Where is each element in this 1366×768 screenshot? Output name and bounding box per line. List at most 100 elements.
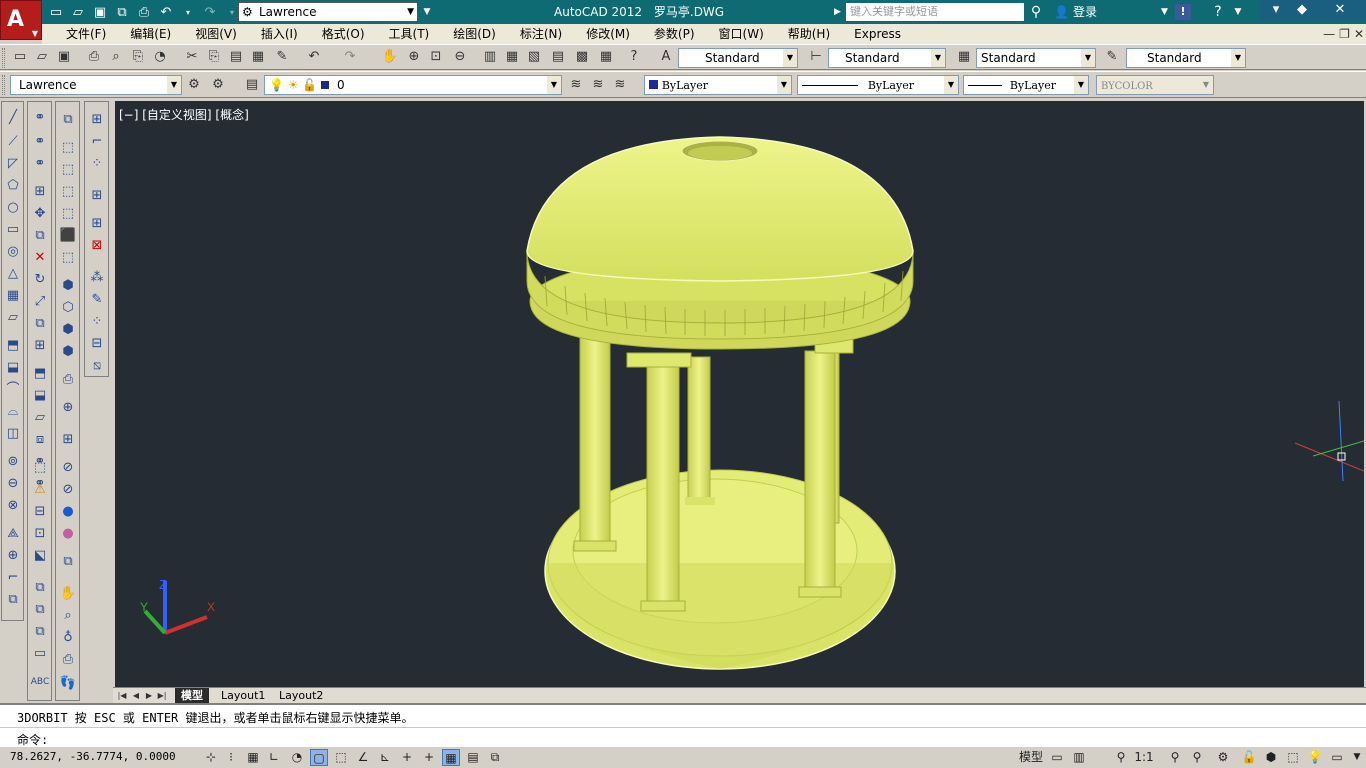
clean-screen-icon[interactable]: ▭ [1328,749,1346,766]
snap-icon[interactable]: ⧅ [87,356,107,376]
last-tab-icon[interactable]: ▶| [156,689,168,702]
tool-palettes-icon[interactable]: ▧ [524,47,544,67]
orbit-icon[interactable]: ♁ [58,628,78,648]
no-icon[interactable]: ⊘ [58,480,78,500]
viewport-object-icon[interactable]: ⁘ [87,154,107,174]
publish-icon[interactable]: ⎘ [128,47,148,67]
copy-icon[interactable]: ⎘ [204,47,224,67]
move-icon[interactable]: ✥ [30,204,50,224]
lineweight-icon[interactable]: + [420,749,438,766]
color-select[interactable]: ByLayer ▼ [644,75,792,95]
workspace-select[interactable]: Lawrence ▼ [10,75,182,95]
solid-edit-icon[interactable]: ⬓ [30,386,50,406]
camera-icon[interactable]: ⎙ [58,650,78,670]
coordinate-readout[interactable]: 78.2627, -36.7774, 0.0000 [10,750,176,763]
help-icon[interactable]: ? [1208,2,1228,22]
zoom-icon[interactable]: ⌕ [58,606,78,626]
solid-edit-icon[interactable]: ⧈ [30,430,50,450]
make-current-icon[interactable]: ≋ [566,75,586,95]
menu-insert[interactable]: 插入(I) [249,24,310,44]
status-menu-icon[interactable]: ▼ [1348,749,1366,766]
menu-tools[interactable]: 工具(T) [377,24,442,44]
auto-scale-icon[interactable]: ⚲ [1188,749,1206,766]
viewport-delete-icon[interactable]: ⊠ [87,236,107,256]
world-ucs-icon[interactable]: ⊕ [3,546,23,566]
text-style-icon[interactable]: A [656,47,676,67]
section-icon[interactable]: ⬕ [30,546,50,566]
application-menu-button[interactable]: A ▼ [0,0,42,40]
visual-style-icon[interactable]: ⬢ [58,342,78,362]
array-icon[interactable]: ⊞ [30,336,50,356]
help-icon[interactable]: ? [624,47,644,67]
menu-view[interactable]: 视图(V) [183,24,249,44]
viewport-edit-icon[interactable]: ⊞ [87,186,107,206]
match-properties-icon[interactable]: ▦ [248,47,268,67]
mesh-icon[interactable]: ⊡ [30,524,50,544]
undo-icon[interactable]: ↶ [304,47,324,67]
search-input[interactable]: 键入关键字或短语 [846,3,1024,21]
menu-window[interactable]: 窗口(W) [707,24,776,44]
xline-icon[interactable]: ⟋ [3,132,23,152]
ucs-icon[interactable]: ⟁ [3,524,23,544]
loft-icon[interactable]: ⌓ [3,402,23,422]
dim-style-icon[interactable]: ⊢ [806,47,826,67]
menu-express[interactable]: Express [842,24,913,44]
overlap-icon[interactable]: ⚭ [30,132,50,152]
sweep-icon[interactable]: ⌒ [3,380,23,400]
ducs-icon[interactable]: ⊾ [376,749,394,766]
quick-properties-icon[interactable]: ▤ [464,749,482,766]
box-icon[interactable]: ⬚ [58,160,78,180]
visual-style-icon[interactable]: ⬢ [58,320,78,340]
overlap-icon[interactable]: ⚭ [30,108,50,128]
box-icon[interactable]: ⬚ [58,182,78,202]
save-icon[interactable]: ▣ [54,47,74,67]
copy-icon[interactable]: ⧉ [30,226,50,246]
plot-icon[interactable]: ⎙ [84,47,104,67]
signin-button[interactable]: 👤 登录 ▼ [1054,0,1168,24]
material-sphere-icon[interactable]: ● [58,502,78,522]
box-icon[interactable]: ⬚ [30,458,50,478]
flatten-icon[interactable]: ▭ [30,644,50,664]
qat-customize-button[interactable]: ▼ [421,3,433,21]
text-icon[interactable]: ABC [30,672,50,692]
box-icon[interactable]: ⬚ [58,204,78,224]
zoom-icon[interactable]: ⊕ [58,398,78,418]
new-icon[interactable]: ▭ [10,47,30,67]
tab-model[interactable]: 模型 [175,688,209,704]
triangle-icon[interactable]: △ [3,264,23,284]
lightbulb-icon[interactable]: 💡 [1306,749,1324,766]
viewport-join-icon[interactable]: ⊞ [87,214,107,234]
flatten-icon[interactable]: ⧉ [30,600,50,620]
next-tab-icon[interactable]: ▶ [143,689,155,702]
table-style-select[interactable]: Standard ▼ [976,48,1096,68]
donut-icon[interactable]: ◎ [3,242,23,262]
layer-previous-icon[interactable]: ≋ [588,75,608,95]
workspace-switching-icon[interactable]: ⚙ [1214,749,1232,766]
customize-icon[interactable]: ⚙ [208,75,228,95]
polar-icon[interactable]: ◔ [288,749,306,766]
extrude-icon[interactable]: ⬒ [3,336,23,356]
snap-mode-icon[interactable]: ⁝ [222,749,240,766]
dim-style-select[interactable]: Standard ▼ [828,48,946,68]
first-tab-icon[interactable]: |◀ [116,689,128,702]
multileader-style-icon[interactable]: ✎ [1102,47,1122,67]
layout2-icon[interactable]: ▥ [1070,749,1088,766]
3d-print-icon[interactable]: ◔ [150,47,170,67]
annotation-scale-value[interactable]: 1:1 [1130,749,1158,766]
menu-file[interactable]: 文件(F) [54,24,118,44]
toolbar-grip[interactable] [2,48,5,68]
print-icon[interactable]: ⎙ [134,2,154,22]
transparency-icon[interactable]: ▦ [442,749,460,766]
new-icon[interactable]: ▭ [46,2,66,22]
ucs-origin-icon[interactable]: ⌐ [3,568,23,588]
polygonal-viewport-icon[interactable]: ⌐ [87,132,107,152]
redo-icon[interactable]: ↷ [340,47,360,67]
selection-cycling-icon[interactable]: ⧉ [486,749,504,766]
viewport-icon[interactable]: ⧉ [58,110,78,130]
walk-icon[interactable]: 👣 [58,674,78,694]
exchange-icon[interactable]: ! [1175,4,1191,20]
isolate-icon[interactable]: ⬚ [1284,749,1302,766]
polygon-icon[interactable]: ⬠ [3,176,23,196]
flatten-icon[interactable]: ⧉ [30,622,50,642]
table-style-icon[interactable]: ▦ [954,47,974,67]
